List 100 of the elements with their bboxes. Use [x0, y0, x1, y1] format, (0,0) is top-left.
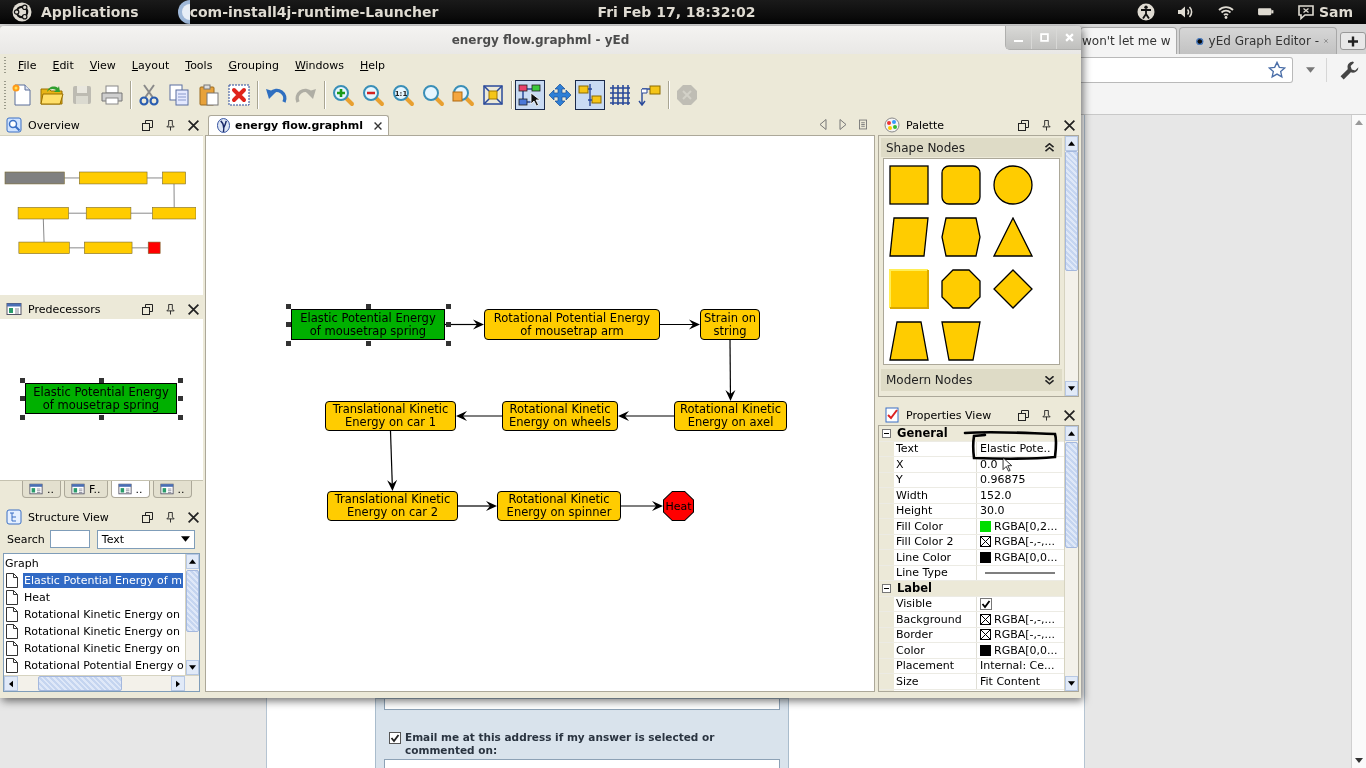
scroll-thumb[interactable]	[38, 676, 122, 691]
resize-handle[interactable]	[445, 340, 451, 346]
previous-icon[interactable]	[819, 119, 827, 130]
menu-item[interactable]: Edit	[44, 59, 82, 72]
square-icon[interactable]	[889, 165, 929, 205]
graph-node[interactable]: Rotational Kinetic Energy on wheels	[502, 401, 618, 431]
tree-item[interactable]: Rotational Potential Energy o	[23, 658, 185, 673]
tree-item[interactable]: Rotational Kinetic Energy on	[23, 641, 181, 656]
graph-node[interactable]: Strain on string	[700, 309, 760, 340]
resize-handle[interactable]	[365, 303, 371, 309]
scrollbar[interactable]	[1064, 426, 1078, 691]
collapse-icon[interactable]	[882, 428, 891, 438]
scroll-down-button[interactable]	[186, 660, 199, 675]
circle-icon[interactable]	[993, 165, 1033, 205]
list-icon[interactable]	[859, 119, 867, 130]
solid-line-icon[interactable]	[985, 570, 1055, 575]
dock-tab[interactable]: ..	[110, 481, 150, 498]
triangle-icon[interactable]	[993, 217, 1033, 257]
active-app-title[interactable]: com-install4j-runtime-Launcher	[189, 4, 439, 20]
down-arrow-icon[interactable]	[1355, 758, 1363, 763]
document-tab[interactable]: energy flow.graphml	[208, 115, 390, 135]
resize-handle[interactable]	[445, 303, 451, 309]
tree-item[interactable]: Rotational Kinetic Energy on	[23, 624, 181, 639]
property-value[interactable]: 30.0	[980, 504, 1005, 518]
hexagon-icon[interactable]	[941, 217, 981, 257]
resize-handle[interactable]	[98, 414, 104, 420]
property-value[interactable]: RGBA[-,-,...	[994, 535, 1055, 549]
scrollbar[interactable]	[4, 675, 199, 691]
collapse-icon[interactable]	[882, 583, 891, 593]
logo-icon[interactable]	[12, 2, 32, 22]
close-icon[interactable]	[374, 121, 383, 130]
property-value[interactable]: RGBA[0,2...	[994, 519, 1058, 533]
graph-node[interactable]: Translational Kinetic Energy on car 2	[327, 491, 458, 521]
applications-menu[interactable]: Applications	[41, 4, 139, 20]
tree-item[interactable]: Heat	[23, 590, 52, 605]
resize-handle[interactable]	[285, 340, 291, 346]
property-value[interactable]: 152.0	[980, 488, 1012, 502]
restore-icon[interactable]	[142, 303, 153, 315]
palette-section-header[interactable]: Shape Nodes	[881, 138, 1062, 157]
octagon-node[interactable]: Heat	[663, 491, 694, 521]
parallelogram-icon[interactable]	[889, 217, 929, 257]
rounded-square-icon[interactable]	[941, 165, 981, 205]
snap-lines-button[interactable]	[575, 80, 605, 110]
scroll-left-button[interactable]	[4, 676, 18, 691]
filter-dropdown[interactable]: Text	[96, 529, 195, 549]
graph-node[interactable]: Translational Kinetic Energy on car 1	[325, 401, 456, 431]
graph-node[interactable]: Rotational Kinetic Energy on spinner	[497, 491, 621, 521]
diamond-icon[interactable]	[993, 269, 1033, 309]
scrollbar[interactable]	[1351, 115, 1366, 768]
edge-arrow[interactable]	[620, 501, 663, 511]
resize-handle[interactable]	[177, 396, 183, 401]
property-value[interactable]: Fit Content	[980, 674, 1041, 688]
octagon-icon[interactable]	[941, 269, 981, 309]
scroll-thumb[interactable]	[1065, 151, 1078, 271]
pin-icon[interactable]	[165, 119, 176, 131]
graph-node[interactable]: Rotational Kinetic Energy on axel	[674, 401, 787, 431]
property-value[interactable]: Elastic Pote..	[980, 442, 1051, 456]
node-edit-button[interactable]	[515, 80, 545, 110]
menu-item[interactable]: Windows	[286, 59, 352, 72]
palette-section-header[interactable]: Modern Nodes	[881, 369, 1062, 391]
browser-tab[interactable]: won't let me w	[1080, 27, 1177, 54]
tree-item[interactable]: Graph	[4, 555, 185, 572]
scroll-up-button[interactable]	[1065, 426, 1078, 441]
pin-icon[interactable]	[165, 511, 176, 523]
edge-arrow[interactable]	[387, 430, 398, 491]
resize-handle[interactable]	[19, 377, 25, 383]
scroll-down-button[interactable]	[1065, 381, 1078, 396]
search-field[interactable]	[49, 530, 90, 548]
dock-tab[interactable]: ..	[22, 481, 61, 498]
close-icon[interactable]	[188, 511, 199, 523]
dock-tab[interactable]: ..	[152, 481, 192, 498]
resize-handle[interactable]	[285, 303, 291, 309]
checkbox[interactable]	[389, 732, 401, 745]
user-name[interactable]: Sam	[1318, 4, 1353, 20]
checkbox[interactable]	[980, 597, 992, 610]
restore-icon[interactable]	[1018, 409, 1029, 421]
menu-item[interactable]: Grouping	[220, 59, 287, 72]
edge-arrow[interactable]	[618, 411, 675, 421]
accessibility-icon[interactable]	[1136, 3, 1155, 21]
property-value[interactable]: RGBA[-,-,...	[994, 612, 1055, 626]
restore-icon[interactable]	[1018, 119, 1029, 131]
address-field[interactable]	[1080, 57, 1293, 83]
next-icon[interactable]	[839, 119, 847, 130]
menu-item[interactable]: Tools	[177, 59, 221, 72]
close-icon[interactable]	[1064, 409, 1075, 421]
up-arrow-icon[interactable]	[1355, 120, 1363, 125]
close-icon[interactable]	[188, 119, 199, 131]
graph-node[interactable]: Rotational Potential Energy of mousetrap arm	[484, 309, 660, 340]
wrench-icon[interactable]	[1340, 60, 1359, 80]
scroll-thumb[interactable]	[1065, 442, 1078, 548]
resize-handle[interactable]	[365, 340, 371, 346]
resize-handle[interactable]	[177, 414, 183, 420]
scroll-up-button[interactable]	[186, 554, 199, 569]
property-value[interactable]: RGBA[0,0...	[994, 550, 1058, 564]
wifi-icon[interactable]	[1216, 3, 1235, 21]
close-icon[interactable]	[188, 303, 199, 315]
property-value[interactable]: 0.96875	[980, 473, 1026, 487]
property-value[interactable]: RGBA[0,0...	[994, 643, 1058, 657]
edge-arrow[interactable]	[444, 319, 484, 330]
clock[interactable]: Fri Feb 17, 18:32:02	[597, 4, 756, 20]
